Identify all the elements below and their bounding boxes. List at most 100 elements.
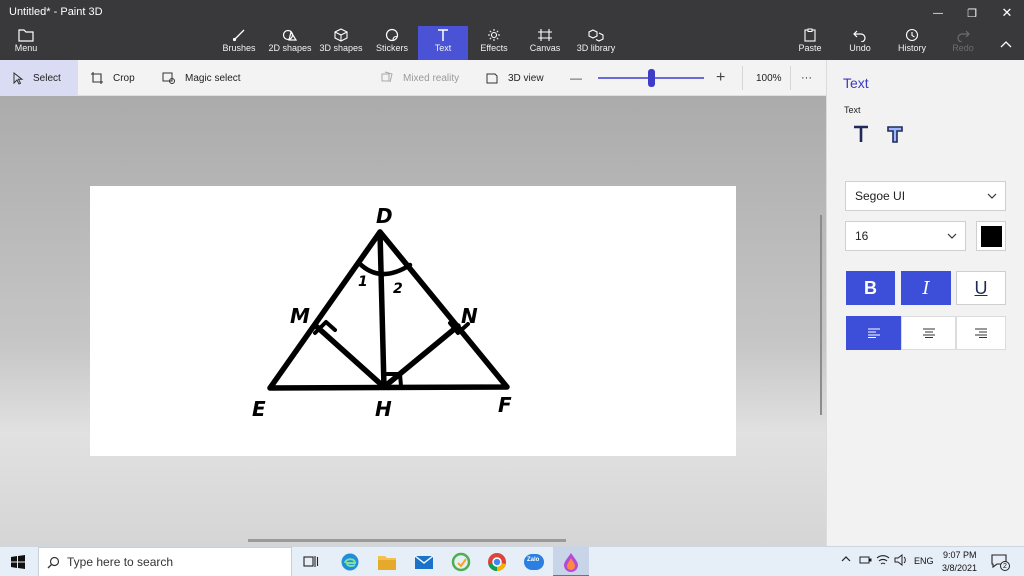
menu-button[interactable]: Menu: [6, 26, 46, 60]
volume-button[interactable]: [894, 554, 908, 568]
label-angle-2: 2: [393, 281, 403, 297]
language-indicator[interactable]: ENG: [914, 556, 934, 566]
font-size-select[interactable]: 16: [845, 221, 966, 251]
close-icon: ✕: [1001, 5, 1013, 20]
crop-button[interactable]: Crop: [90, 60, 135, 96]
paint3d-icon: [564, 553, 578, 572]
text-2d-button[interactable]: [851, 124, 871, 149]
taskbar: Type here to search Zalo ENG 9:07 PM 3/8…: [0, 546, 1024, 576]
more-button[interactable]: ···: [801, 60, 812, 96]
divider: [742, 66, 743, 90]
canvas[interactable]: D E F H M N 1 2: [90, 186, 736, 456]
tool-text[interactable]: Text: [418, 26, 468, 60]
show-hidden-icons-button[interactable]: [841, 555, 851, 565]
align-right-icon: [975, 328, 987, 338]
tool-label: 3D library: [576, 43, 616, 53]
3d-view-button[interactable]: 3D view: [485, 60, 544, 96]
bold-button[interactable]: B: [846, 271, 895, 305]
color-swatch: [980, 225, 1002, 247]
2d-shapes-icon: [282, 29, 298, 41]
zoom-in-button[interactable]: +: [716, 60, 725, 96]
chevron-down-icon: [987, 193, 997, 199]
cursor-icon: [13, 71, 24, 85]
windows-icon: [11, 555, 25, 569]
magic-select-button[interactable]: Magic select: [162, 60, 241, 96]
tool-3d-library[interactable]: 3D library: [574, 26, 618, 60]
minimize-button[interactable]: —: [921, 2, 955, 24]
app-green[interactable]: [451, 552, 471, 576]
clock-time[interactable]: 9:07 PM: [943, 550, 977, 560]
tool-brushes[interactable]: Brushes: [220, 26, 258, 60]
minimize-icon: —: [933, 7, 943, 19]
notification-button[interactable]: 2: [991, 553, 1010, 571]
mail-icon: [414, 555, 434, 569]
more-icon: ···: [801, 72, 812, 84]
tool-label: Text: [434, 43, 452, 53]
font-family-select[interactable]: Segoe UI: [845, 181, 1006, 211]
mixed-reality-button[interactable]: Mixed reality: [380, 60, 459, 96]
task-view-button[interactable]: [303, 554, 319, 574]
select-button[interactable]: Select: [0, 60, 78, 96]
geometry-drawing: D E F H M N 1 2: [252, 204, 512, 421]
text-color-picker[interactable]: [976, 221, 1006, 251]
segment-hn: [381, 323, 461, 390]
wifi-button[interactable]: [876, 554, 890, 568]
align-left-button[interactable]: [846, 316, 901, 350]
network-button[interactable]: [858, 554, 872, 568]
tool-2d-shapes[interactable]: 2D shapes: [268, 26, 312, 60]
chrome-icon: [488, 553, 506, 571]
mixed-reality-icon: [381, 71, 393, 83]
redo-button[interactable]: Redo: [949, 26, 977, 60]
angle-arc: [356, 260, 413, 277]
text-2d-icon: [854, 125, 868, 142]
file-explorer-app[interactable]: [377, 553, 397, 576]
ribbon: Menu Brushes 2D shapes 3D shapes Sticker…: [0, 26, 1024, 60]
paste-button[interactable]: Paste: [796, 26, 824, 60]
tool-stickers[interactable]: Stickers: [374, 26, 410, 60]
redo-label: Redo: [952, 43, 974, 53]
edge-icon: [341, 553, 359, 571]
battery-plug-icon: [859, 556, 872, 564]
clock-date[interactable]: 3/8/2021: [942, 563, 977, 573]
tool-label: Brushes: [222, 43, 256, 53]
align-center-button[interactable]: [901, 316, 956, 350]
tool-3d-shapes[interactable]: 3D shapes: [318, 26, 364, 60]
3d-shapes-icon: [334, 28, 348, 42]
undo-label: Undo: [849, 43, 871, 53]
zoom-slider-thumb[interactable]: [647, 69, 655, 87]
zoom-out-button[interactable]: —: [570, 60, 582, 96]
taskbar-search[interactable]: Type here to search: [38, 547, 292, 576]
font-size-value: 16: [855, 229, 869, 243]
italic-button[interactable]: I: [901, 271, 951, 305]
start-button[interactable]: [11, 555, 25, 574]
folder-icon: [18, 29, 34, 42]
collapse-ribbon-button[interactable]: [996, 26, 1016, 60]
paint3d-app[interactable]: [553, 547, 589, 576]
zalo-app[interactable]: Zalo: [523, 552, 545, 576]
mail-app[interactable]: [414, 553, 434, 576]
vertical-scrollbar[interactable]: [820, 215, 822, 415]
segment-hm: [313, 323, 387, 390]
text-panel: Text Text Segoe UI 16 B I U: [826, 60, 1024, 546]
task-view-icon: [303, 556, 319, 567]
zoom-value-label: 100%: [756, 72, 782, 84]
altitude-dh: [377, 229, 387, 390]
history-icon: [905, 28, 919, 42]
folder-icon: [378, 556, 396, 570]
zoom-value[interactable]: 100%: [756, 60, 782, 96]
close-button[interactable]: ✕: [990, 2, 1024, 24]
undo-button[interactable]: Undo: [846, 26, 874, 60]
tool-effects[interactable]: Effects: [478, 26, 510, 60]
history-button[interactable]: History: [895, 26, 929, 60]
label-f: F: [498, 393, 512, 417]
edge-app[interactable]: [340, 552, 360, 576]
horizontal-scrollbar[interactable]: [248, 539, 566, 542]
chrome-app[interactable]: [487, 552, 507, 576]
text-3d-button[interactable]: [885, 124, 905, 149]
redo-icon: [957, 30, 970, 42]
history-label: History: [897, 43, 926, 53]
align-right-button[interactable]: [956, 316, 1006, 350]
underline-button[interactable]: U: [956, 271, 1006, 305]
tool-canvas[interactable]: Canvas: [527, 26, 563, 60]
restore-button[interactable]: ❐: [955, 2, 989, 24]
